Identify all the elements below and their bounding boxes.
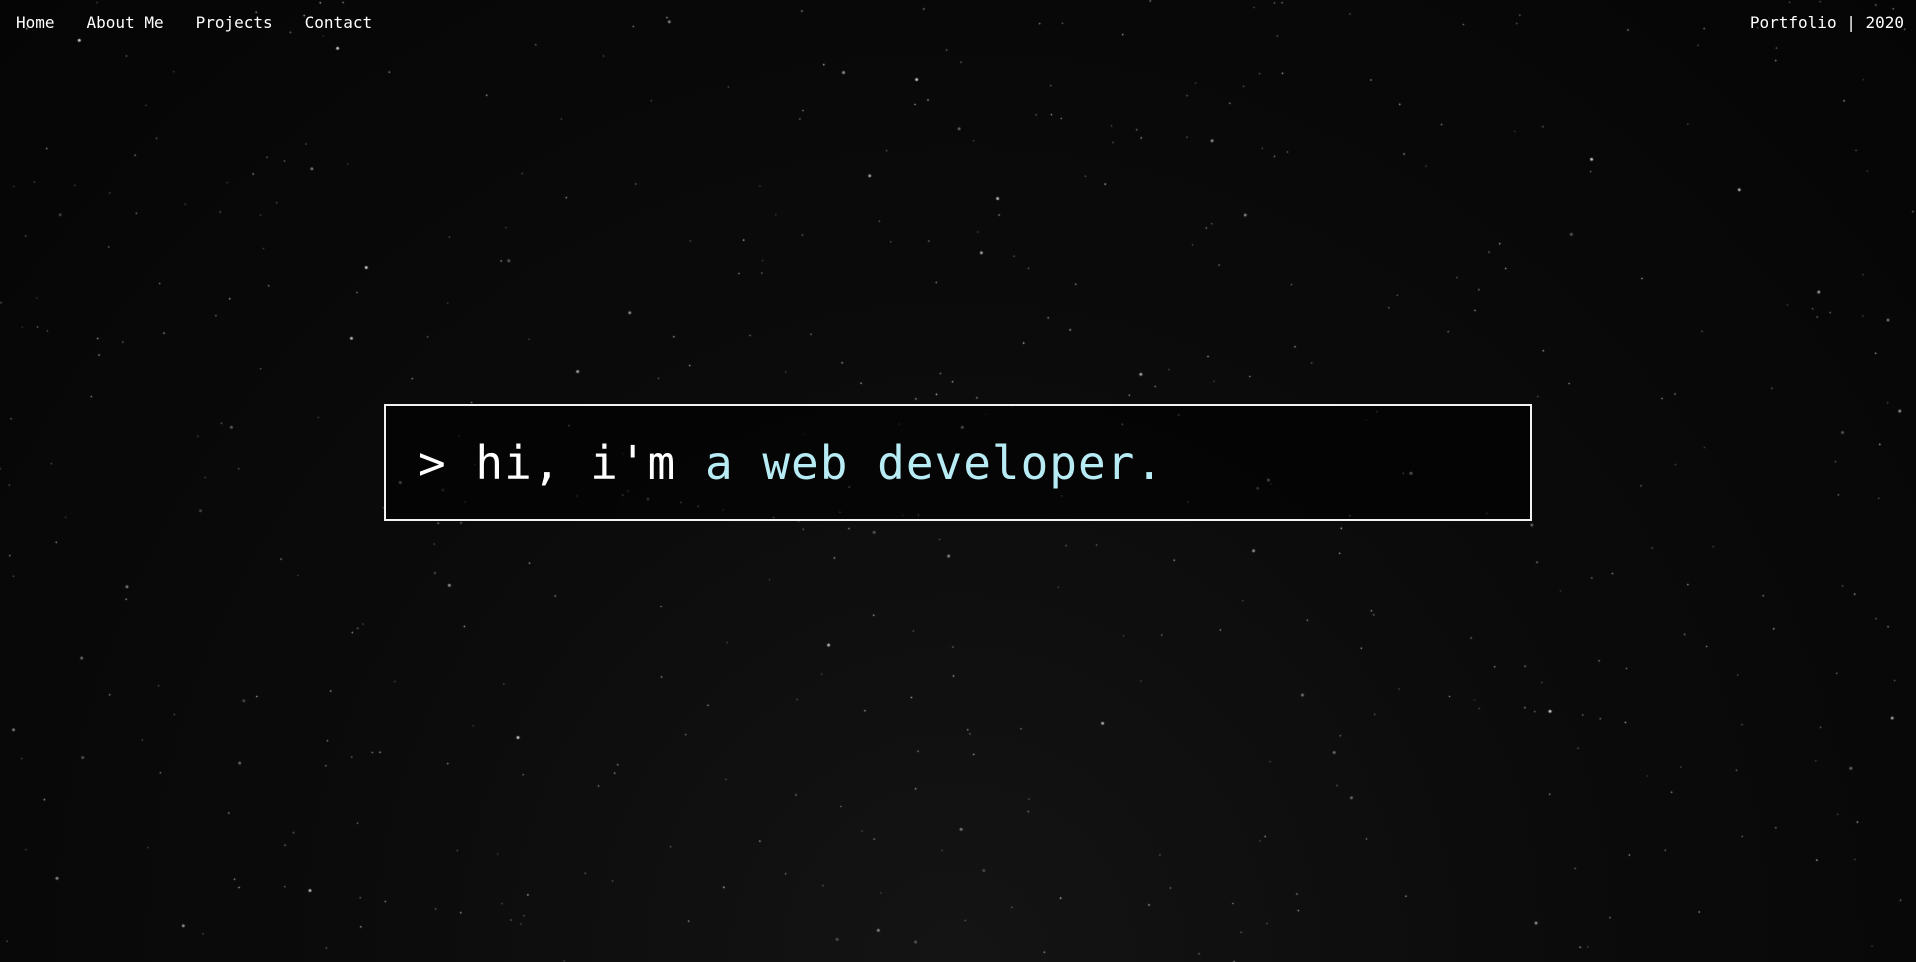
nav-contact-link[interactable]: Contact bbox=[305, 12, 372, 34]
nav-projects-link[interactable]: Projects bbox=[196, 12, 273, 34]
hero-terminal-box: > hi, i'm a web developer. bbox=[384, 404, 1532, 521]
main-nav: Home About Me Projects Contact bbox=[16, 12, 372, 34]
nav-about-me-link[interactable]: About Me bbox=[87, 12, 164, 34]
hero-greeting: hi, i'm bbox=[475, 435, 705, 490]
portfolio-brand: Portfolio | 2020 bbox=[1749, 13, 1904, 32]
nav-home-link[interactable]: Home bbox=[16, 12, 55, 34]
hero-prompt: > bbox=[418, 435, 476, 490]
hero-role: a web developer. bbox=[704, 435, 1165, 490]
hero-heading: > hi, i'm a web developer. bbox=[418, 433, 1164, 493]
